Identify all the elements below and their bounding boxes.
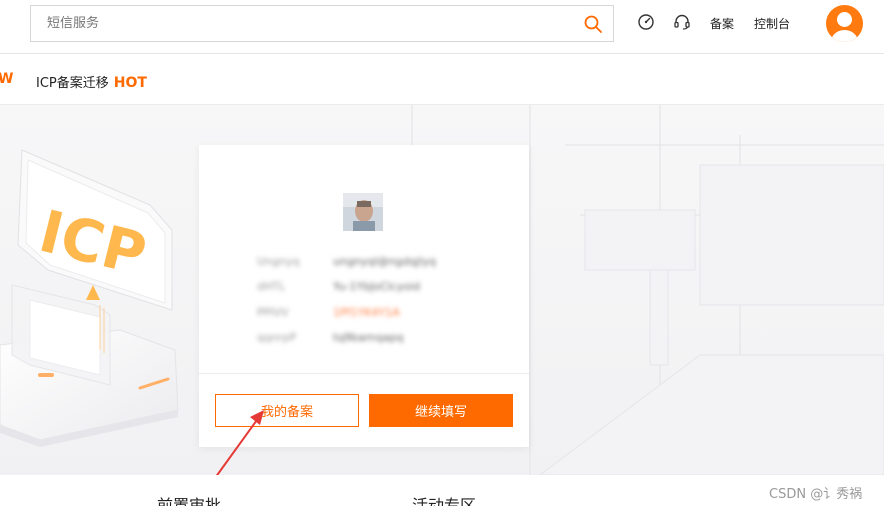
console-link[interactable]: 控制台: [754, 15, 790, 32]
search-box: [30, 5, 614, 42]
info-key: qqnrpP: [257, 331, 297, 344]
info-row: qqnrpP tq9bamqapq: [199, 331, 529, 347]
info-value: Yu-1YbJoClcyoid: [333, 280, 421, 293]
beian-link[interactable]: 备案: [710, 15, 734, 32]
search-icon[interactable]: [583, 14, 603, 34]
bottom-section: 前置审批 活动专区 CSDN @讠秀祸: [0, 475, 884, 506]
my-filing-button[interactable]: 我的备案: [215, 394, 359, 427]
subnav-item-label: ICP备案迁移: [36, 76, 109, 91]
info-value: ungnyql@ngdqjlyq: [333, 255, 436, 268]
filing-card: Ungnyq ungnyql@ngdqjlyq dHTL Yu-1YbJoClc…: [199, 145, 529, 447]
search-input[interactable]: [31, 6, 571, 41]
subnav-item-icp-migration[interactable]: ICP备案迁移 HOT: [36, 72, 147, 91]
profile-avatar: [343, 193, 383, 231]
info-key: dHTL: [257, 280, 286, 293]
user-avatar-icon: [831, 12, 858, 42]
info-value: 1Pf1YK4Y1A: [333, 306, 400, 319]
user-avatar[interactable]: [826, 5, 863, 42]
top-bar: 备案 控制台: [0, 0, 884, 54]
icp-illustration: ICP: [0, 149, 179, 447]
dashboard-icon[interactable]: [637, 13, 655, 31]
info-row: PPIVV 1Pf1YK4Y1A: [199, 306, 529, 322]
info-key: Ungnyq: [257, 255, 300, 268]
tab-pre-approval[interactable]: 前置审批: [157, 492, 221, 506]
info-key: PPIVV: [257, 306, 289, 319]
sub-nav: W ICP备案迁移 HOT: [0, 55, 884, 105]
info-row: Ungnyq ungnyql@ngdqjlyq: [199, 255, 529, 271]
hot-badge: HOT: [113, 75, 147, 91]
card-divider: [199, 373, 529, 374]
info-value: tq9bamqapq: [333, 331, 404, 344]
subnav-item-partial[interactable]: W: [0, 71, 13, 87]
tab-promotions[interactable]: 活动专区: [412, 492, 476, 506]
info-row: dHTL Yu-1YbJoClcyoid: [199, 280, 529, 296]
continue-filling-button[interactable]: 继续填写: [369, 394, 513, 427]
headset-icon[interactable]: [673, 13, 691, 31]
csdn-watermark: CSDN @讠秀祸: [769, 487, 863, 502]
